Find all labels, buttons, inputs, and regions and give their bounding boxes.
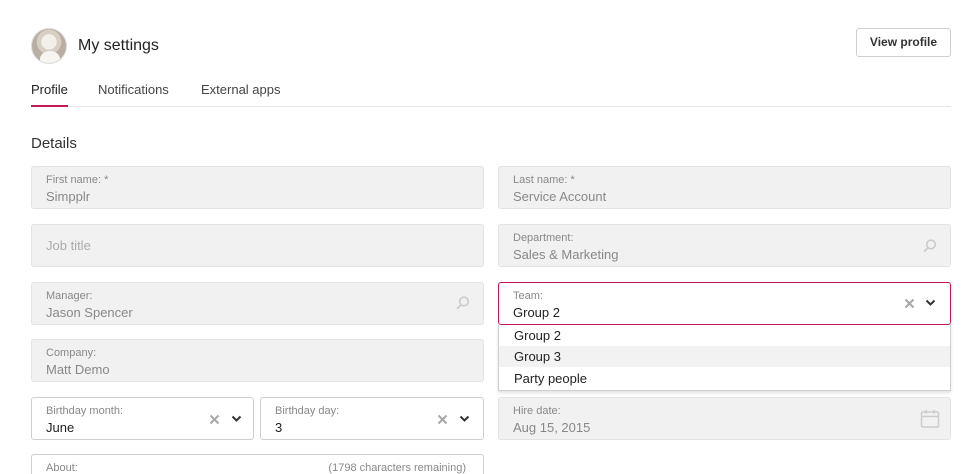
last-name-field: Last name: * Service Account [498,166,951,209]
clear-icon[interactable] [437,414,448,425]
team-option-group-3[interactable]: Group 3 [499,346,950,367]
first-name-label: First name: * [46,174,109,186]
tab-notifications[interactable]: Notifications [98,82,169,107]
about-textarea[interactable]: About: (1798 characters remaining) [31,454,484,474]
department-field: Department: Sales & Marketing [498,224,951,267]
chevron-down-icon[interactable] [925,299,936,307]
job-title-field: Job title [31,224,484,267]
calendar-icon [920,410,940,428]
settings-tabs: Profile Notifications External apps [31,80,951,107]
clear-icon[interactable] [904,298,915,309]
first-name-field: First name: * Simpplr [31,166,484,209]
first-name-value: Simpplr [46,189,91,204]
tab-profile[interactable]: Profile [31,82,68,107]
hire-date-label: Hire date: [513,405,561,417]
hire-date-field: Hire date: Aug 15, 2015 [498,397,951,440]
birthday-month-select[interactable]: Birthday month: June [31,397,254,440]
team-label: Team: [513,290,543,302]
job-title-placeholder: Job title [46,238,91,253]
page-title: My settings [78,37,159,54]
company-field: Company: Matt Demo [31,339,484,382]
search-icon [456,296,470,310]
team-value: Group 2 [513,305,560,320]
birthday-day-select[interactable]: Birthday day: 3 [260,397,484,440]
manager-field: Manager: Jason Spencer [31,282,484,325]
company-value: Matt Demo [46,362,110,377]
last-name-label: Last name: * [513,174,575,186]
view-profile-button[interactable]: View profile [856,28,951,57]
avatar [31,28,67,64]
about-character-counter: (1798 characters remaining) [328,462,466,474]
team-select[interactable]: Team: Group 2 [498,282,951,325]
clear-icon[interactable] [209,414,220,425]
about-label: About: [46,462,78,474]
company-label: Company: [46,347,97,359]
chevron-down-icon[interactable] [231,415,242,423]
chevron-down-icon[interactable] [459,415,470,423]
team-dropdown: Group 2 Group 3 Party people [498,325,951,391]
birthday-month-value: June [46,420,75,435]
birthday-month-label: Birthday month: [46,405,124,417]
department-value: Sales & Marketing [513,247,619,262]
manager-value: Jason Spencer [46,305,133,320]
tab-external-apps[interactable]: External apps [201,82,281,107]
manager-label: Manager: [46,290,93,302]
search-icon [923,239,937,253]
page-header: My settings View profile [31,28,951,68]
birthday-day-value: 3 [275,420,283,435]
team-option-party-people[interactable]: Party people [499,368,950,389]
hire-date-value: Aug 15, 2015 [513,420,591,435]
birthday-day-label: Birthday day: [275,405,340,417]
section-title: Details [31,135,77,152]
last-name-value: Service Account [513,189,607,204]
department-label: Department: [513,232,574,244]
team-option-group-2[interactable]: Group 2 [499,325,950,346]
